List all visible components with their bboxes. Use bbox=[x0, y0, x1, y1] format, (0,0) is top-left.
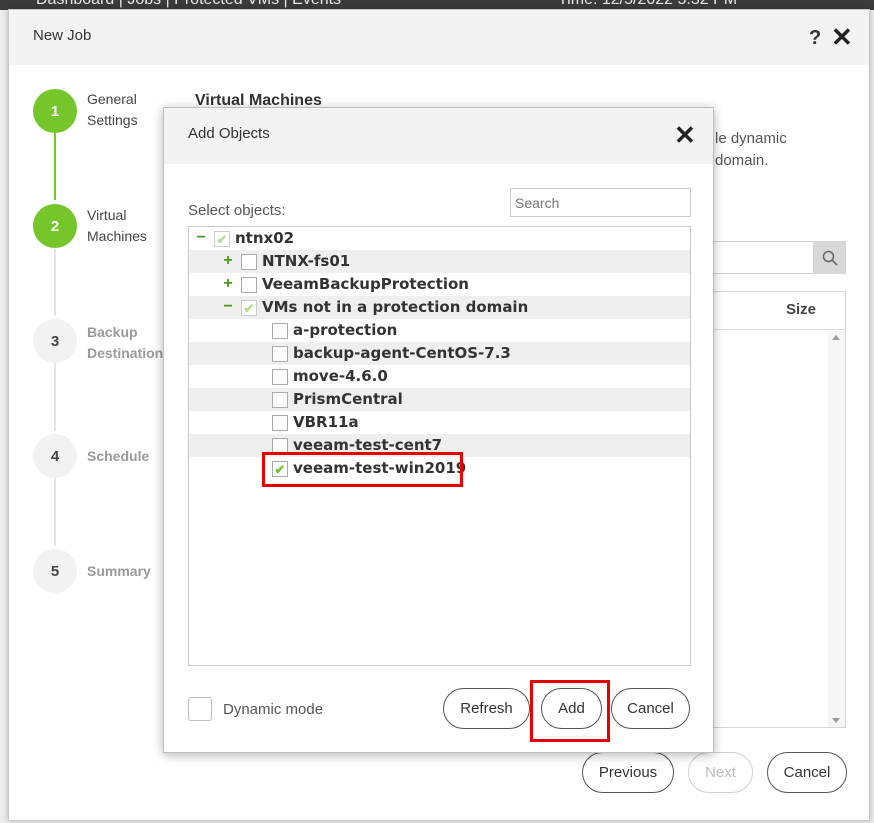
collapse-icon[interactable]: − bbox=[195, 230, 207, 246]
step-4-circle: 4 bbox=[33, 434, 77, 478]
tree-node-vms-not-in-protection-domain[interactable]: − ✔ VMs not in a protection domain bbox=[189, 296, 690, 319]
section-description: le dynamic domain. bbox=[715, 128, 787, 172]
scroll-up-icon[interactable] bbox=[832, 335, 840, 340]
tree-checkbox[interactable]: ✔ bbox=[214, 231, 230, 247]
select-objects-label: Select objects: bbox=[188, 202, 286, 219]
column-header-size[interactable]: Size bbox=[786, 301, 816, 318]
tree-node-label: NTNX-fs01 bbox=[262, 252, 351, 270]
dialog-cancel-button[interactable]: Cancel bbox=[611, 688, 690, 729]
dynamic-mode-checkbox[interactable] bbox=[188, 697, 212, 721]
wizard-header: New Job ? ✕ bbox=[9, 10, 869, 65]
step-connector bbox=[54, 249, 56, 316]
object-tree: − ✔ ntnx02 + NTNX-fs01 + VeeamBackupProt… bbox=[188, 226, 691, 666]
step-connector bbox=[54, 363, 56, 431]
dynamic-mode-label: Dynamic mode bbox=[223, 701, 324, 718]
add-button-highlight bbox=[530, 680, 610, 742]
tree-node-backup-agent-centos[interactable]: backup-agent-CentOS-7.3 bbox=[189, 342, 690, 365]
close-icon[interactable]: ✕ bbox=[674, 122, 696, 148]
search-icon bbox=[822, 250, 838, 266]
add-objects-dialog: Add Objects ✕ Select objects: − ✔ ntnx02… bbox=[163, 107, 714, 753]
tree-node-label: VeeamBackupProtection bbox=[262, 275, 469, 293]
checkmark-icon: ✔ bbox=[243, 300, 255, 316]
description-line: le dynamic bbox=[715, 130, 787, 147]
tree-node-label: ntnx02 bbox=[235, 229, 295, 247]
expand-icon[interactable]: + bbox=[222, 276, 234, 292]
step-connector bbox=[54, 478, 56, 546]
tree-node-veeambackupprotection[interactable]: + VeeamBackupProtection bbox=[189, 273, 690, 296]
tree-node-label: move-4.6.0 bbox=[293, 367, 388, 385]
tree-node-move[interactable]: move-4.6.0 bbox=[189, 365, 690, 388]
step-3-circle: 3 bbox=[33, 319, 77, 363]
tree-node-a-protection[interactable]: a-protection bbox=[189, 319, 690, 342]
dialog-title: Add Objects bbox=[188, 125, 270, 142]
tree-checkbox[interactable] bbox=[241, 277, 257, 293]
refresh-button[interactable]: Refresh bbox=[443, 688, 530, 729]
tree-node-label: a-protection bbox=[293, 321, 398, 339]
scroll-down-icon[interactable] bbox=[832, 718, 840, 723]
collapse-icon[interactable]: − bbox=[222, 299, 234, 315]
search-input[interactable] bbox=[510, 188, 691, 217]
tree-checkbox[interactable]: ✔ bbox=[241, 300, 257, 316]
checkmark-icon: ✔ bbox=[216, 231, 228, 247]
tree-checkbox[interactable] bbox=[241, 254, 257, 270]
description-line: domain. bbox=[715, 152, 769, 169]
tree-node-label: VBR11a bbox=[293, 413, 359, 431]
tree-checkbox[interactable] bbox=[272, 346, 288, 362]
next-button[interactable]: Next bbox=[688, 752, 753, 793]
step-5-circle: 5 bbox=[33, 549, 77, 593]
selected-vm-highlight bbox=[262, 452, 463, 487]
tree-checkbox[interactable] bbox=[272, 369, 288, 385]
tree-node-label: backup-agent-CentOS-7.3 bbox=[293, 344, 511, 362]
vm-table: Size bbox=[709, 291, 846, 728]
step-1-circle[interactable]: 1 bbox=[33, 89, 77, 133]
wizard-cancel-button[interactable]: Cancel bbox=[767, 752, 847, 793]
expand-icon[interactable]: + bbox=[222, 253, 234, 269]
tree-node-ntnx-fs01[interactable]: + NTNX-fs01 bbox=[189, 250, 690, 273]
tree-node-vbr11a[interactable]: VBR11a bbox=[189, 411, 690, 434]
tree-node-prismcentral[interactable]: PrismCentral bbox=[189, 388, 690, 411]
step-connector bbox=[54, 133, 56, 200]
tree-checkbox[interactable] bbox=[272, 415, 288, 431]
search-button[interactable] bbox=[813, 241, 846, 274]
table-scrollbar[interactable] bbox=[828, 331, 845, 727]
step-2-circle[interactable]: 2 bbox=[33, 204, 77, 248]
table-header: Size bbox=[710, 292, 845, 330]
wizard-title: New Job bbox=[33, 27, 92, 44]
tree-node-label: PrismCentral bbox=[293, 390, 403, 408]
tree-checkbox[interactable] bbox=[272, 323, 288, 339]
dialog-header: Add Objects ✕ bbox=[164, 108, 713, 164]
tree-node-label: VMs not in a protection domain bbox=[262, 298, 529, 316]
tree-checkbox[interactable] bbox=[272, 392, 288, 408]
breadcrumb: Dashboard | Jobs | Protected VMs | Event… bbox=[36, 0, 341, 9]
previous-button[interactable]: Previous bbox=[582, 752, 674, 793]
tree-node-ntnx02[interactable]: − ✔ ntnx02 bbox=[189, 227, 690, 250]
close-icon[interactable]: ✕ bbox=[831, 24, 853, 50]
time-display: Time: 12/5/2022 5:32 PM bbox=[558, 0, 737, 9]
help-icon[interactable]: ? bbox=[809, 27, 821, 50]
